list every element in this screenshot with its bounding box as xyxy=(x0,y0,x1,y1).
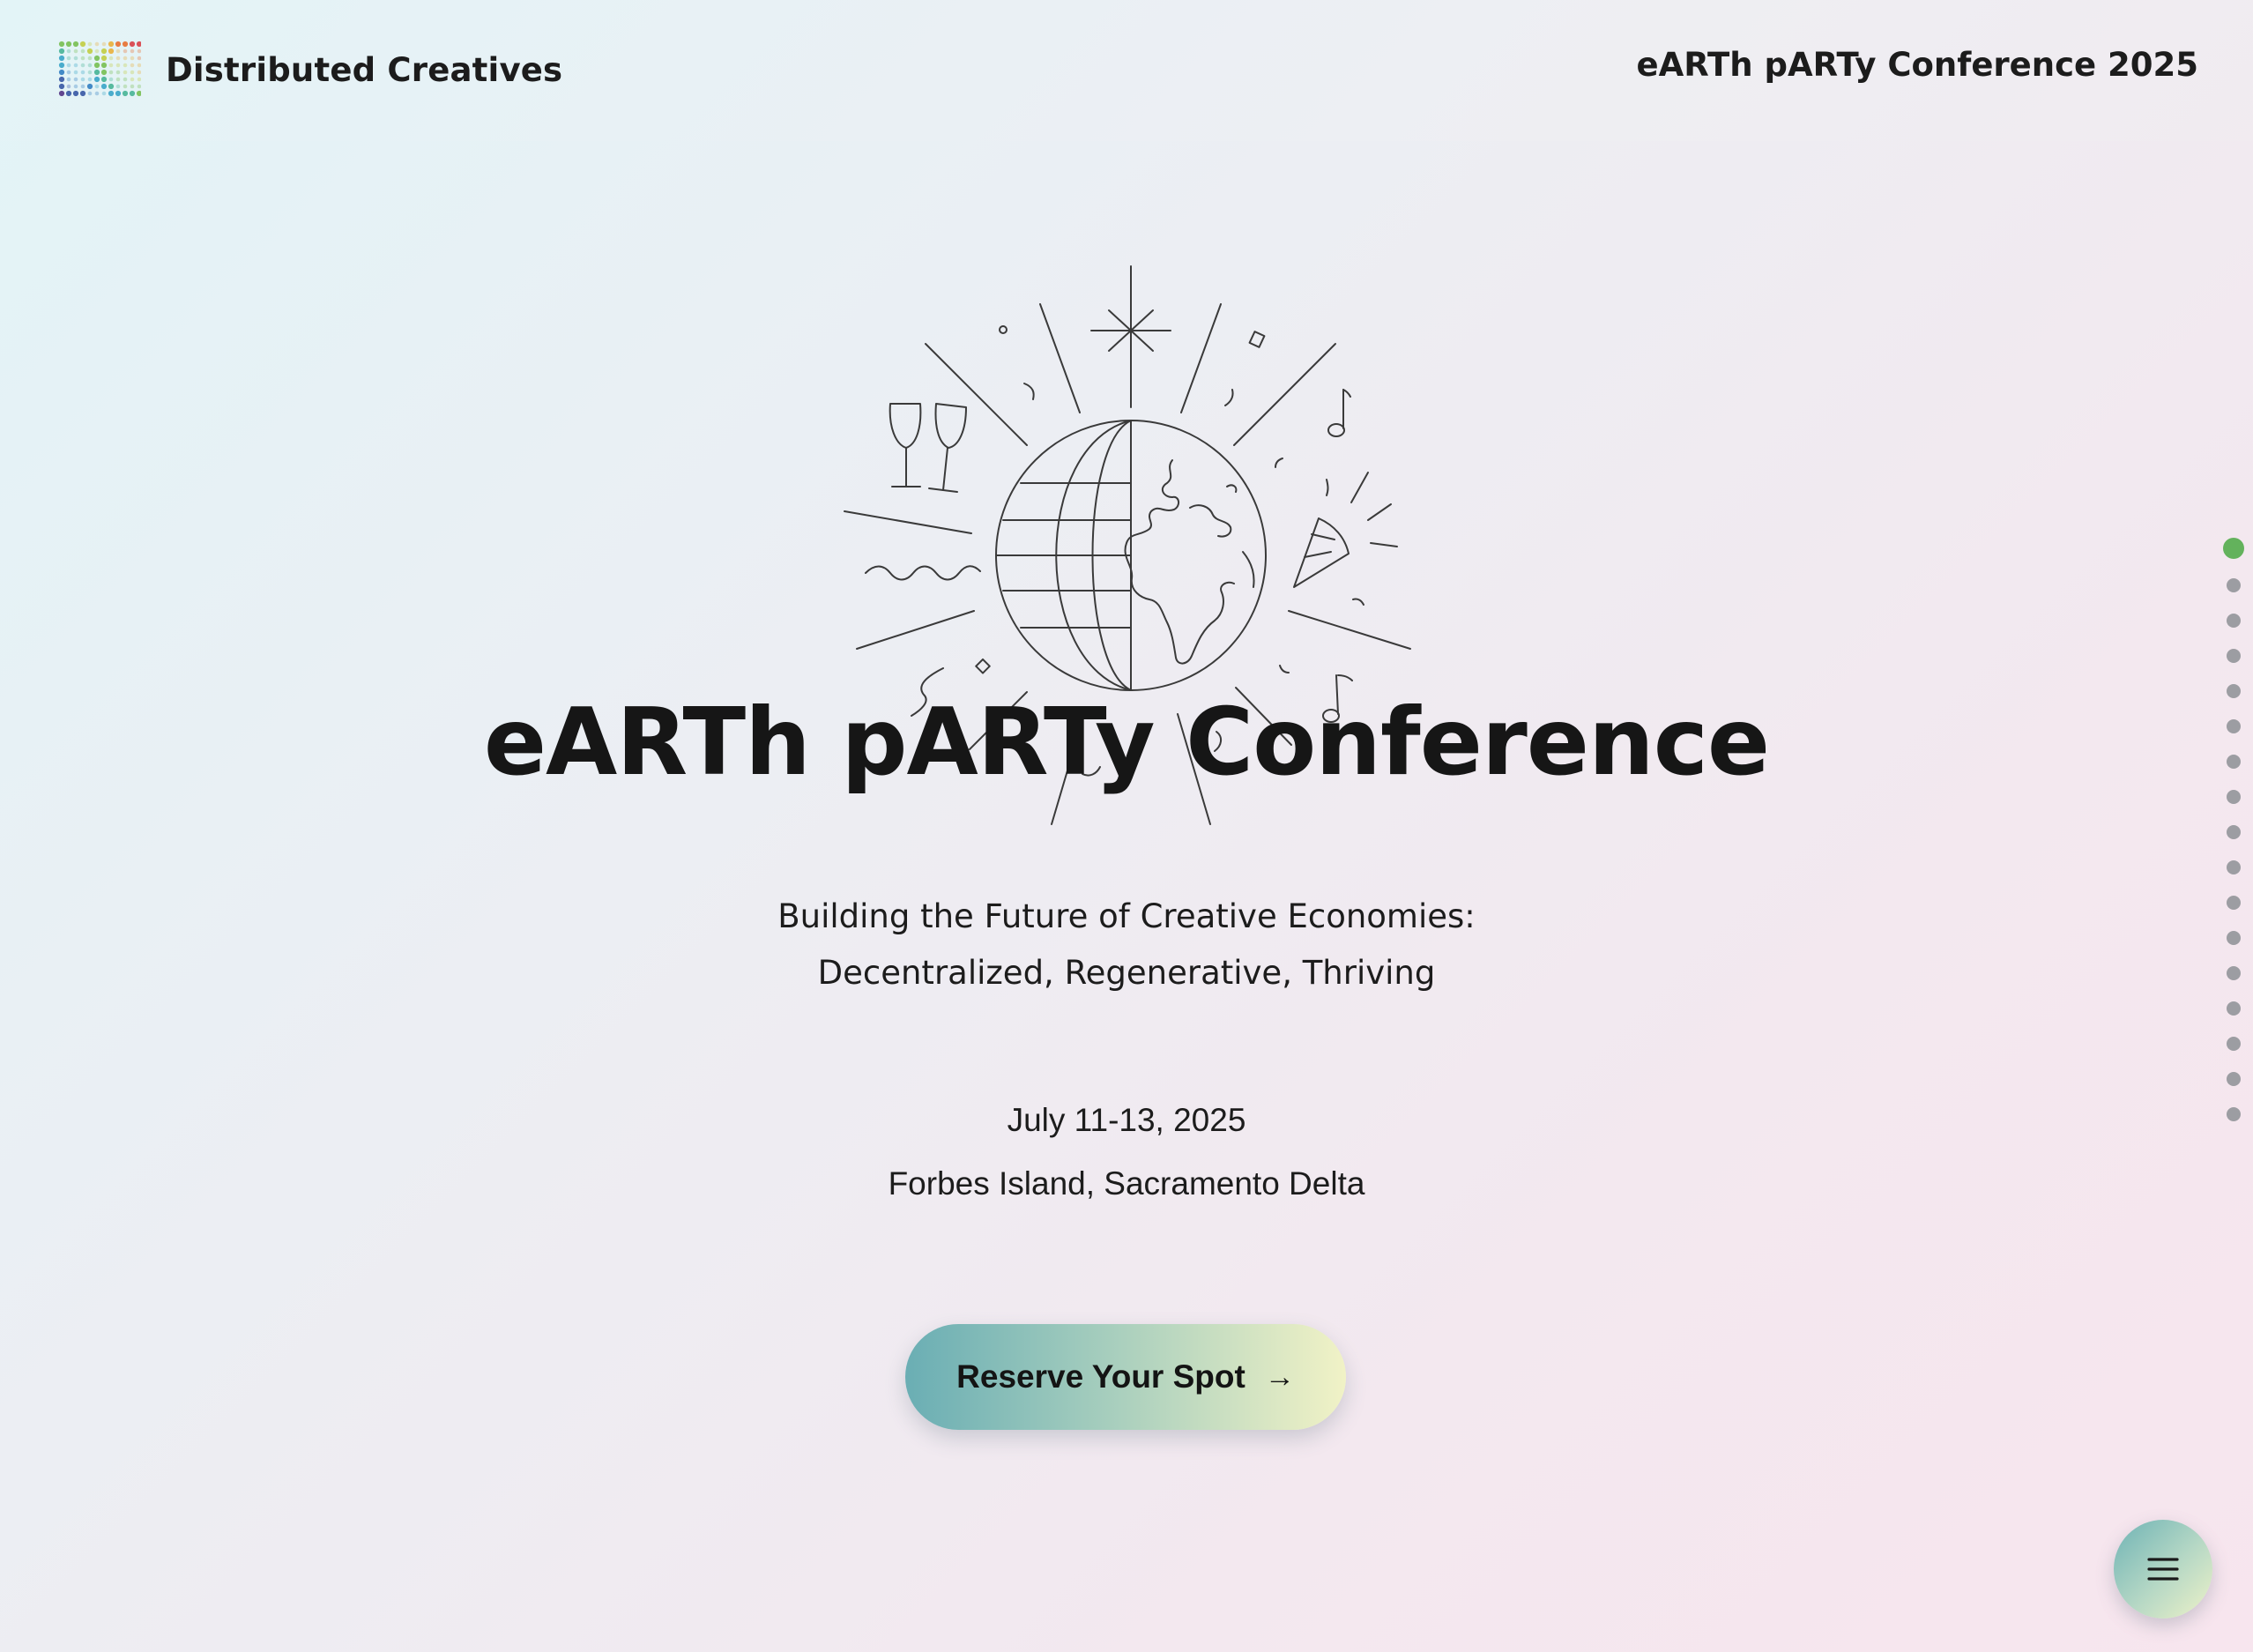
brand[interactable]: Distributed Creatives xyxy=(56,39,562,100)
section-dot-9[interactable] xyxy=(2227,825,2241,839)
section-dot-5[interactable] xyxy=(2227,684,2241,698)
section-dot-6[interactable] xyxy=(2227,719,2241,733)
reserve-spot-button[interactable]: Reserve Your Spot → xyxy=(905,1324,1346,1430)
section-dot-13[interactable] xyxy=(2227,966,2241,980)
section-dot-4[interactable] xyxy=(2227,649,2241,663)
header-event-title: eARTh pARTy Conference 2025 xyxy=(1636,46,2199,84)
subtitle-line-2: Decentralized, Regenerative, Thriving xyxy=(817,954,1436,992)
section-dot-3[interactable] xyxy=(2227,614,2241,628)
section-dot-12[interactable] xyxy=(2227,931,2241,945)
event-location: Forbes Island, Sacramento Delta xyxy=(888,1165,1365,1202)
section-dot-11[interactable] xyxy=(2227,896,2241,910)
section-dot-1[interactable] xyxy=(2223,538,2244,559)
event-date: July 11-13, 2025 xyxy=(1007,1102,1246,1138)
menu-button[interactable] xyxy=(2114,1520,2212,1619)
section-dot-7[interactable] xyxy=(2227,755,2241,769)
hero-subtitle: Building the Future of Creative Economie… xyxy=(0,889,2253,1001)
reserve-spot-label: Reserve Your Spot xyxy=(956,1358,1245,1395)
brand-name: Distributed Creatives xyxy=(166,50,563,89)
section-dot-navigation xyxy=(2223,538,2244,1132)
section-dot-14[interactable] xyxy=(2227,1001,2241,1016)
dc-logo-icon xyxy=(56,39,141,100)
arrow-right-icon: → xyxy=(1264,1359,1295,1394)
section-dot-2[interactable] xyxy=(2227,578,2241,592)
section-dot-16[interactable] xyxy=(2227,1072,2241,1086)
hero-title: eARTh pARTy Conference xyxy=(483,688,1770,796)
section-dot-15[interactable] xyxy=(2227,1037,2241,1051)
hamburger-menu-icon xyxy=(2147,1558,2179,1581)
section-dot-17[interactable] xyxy=(2227,1107,2241,1121)
section-dot-10[interactable] xyxy=(2227,860,2241,874)
site-header: Distributed Creatives eARTh pARTy Confer… xyxy=(0,0,2253,141)
section-dot-8[interactable] xyxy=(2227,790,2241,804)
subtitle-line-1: Building the Future of Creative Economie… xyxy=(777,897,1476,935)
